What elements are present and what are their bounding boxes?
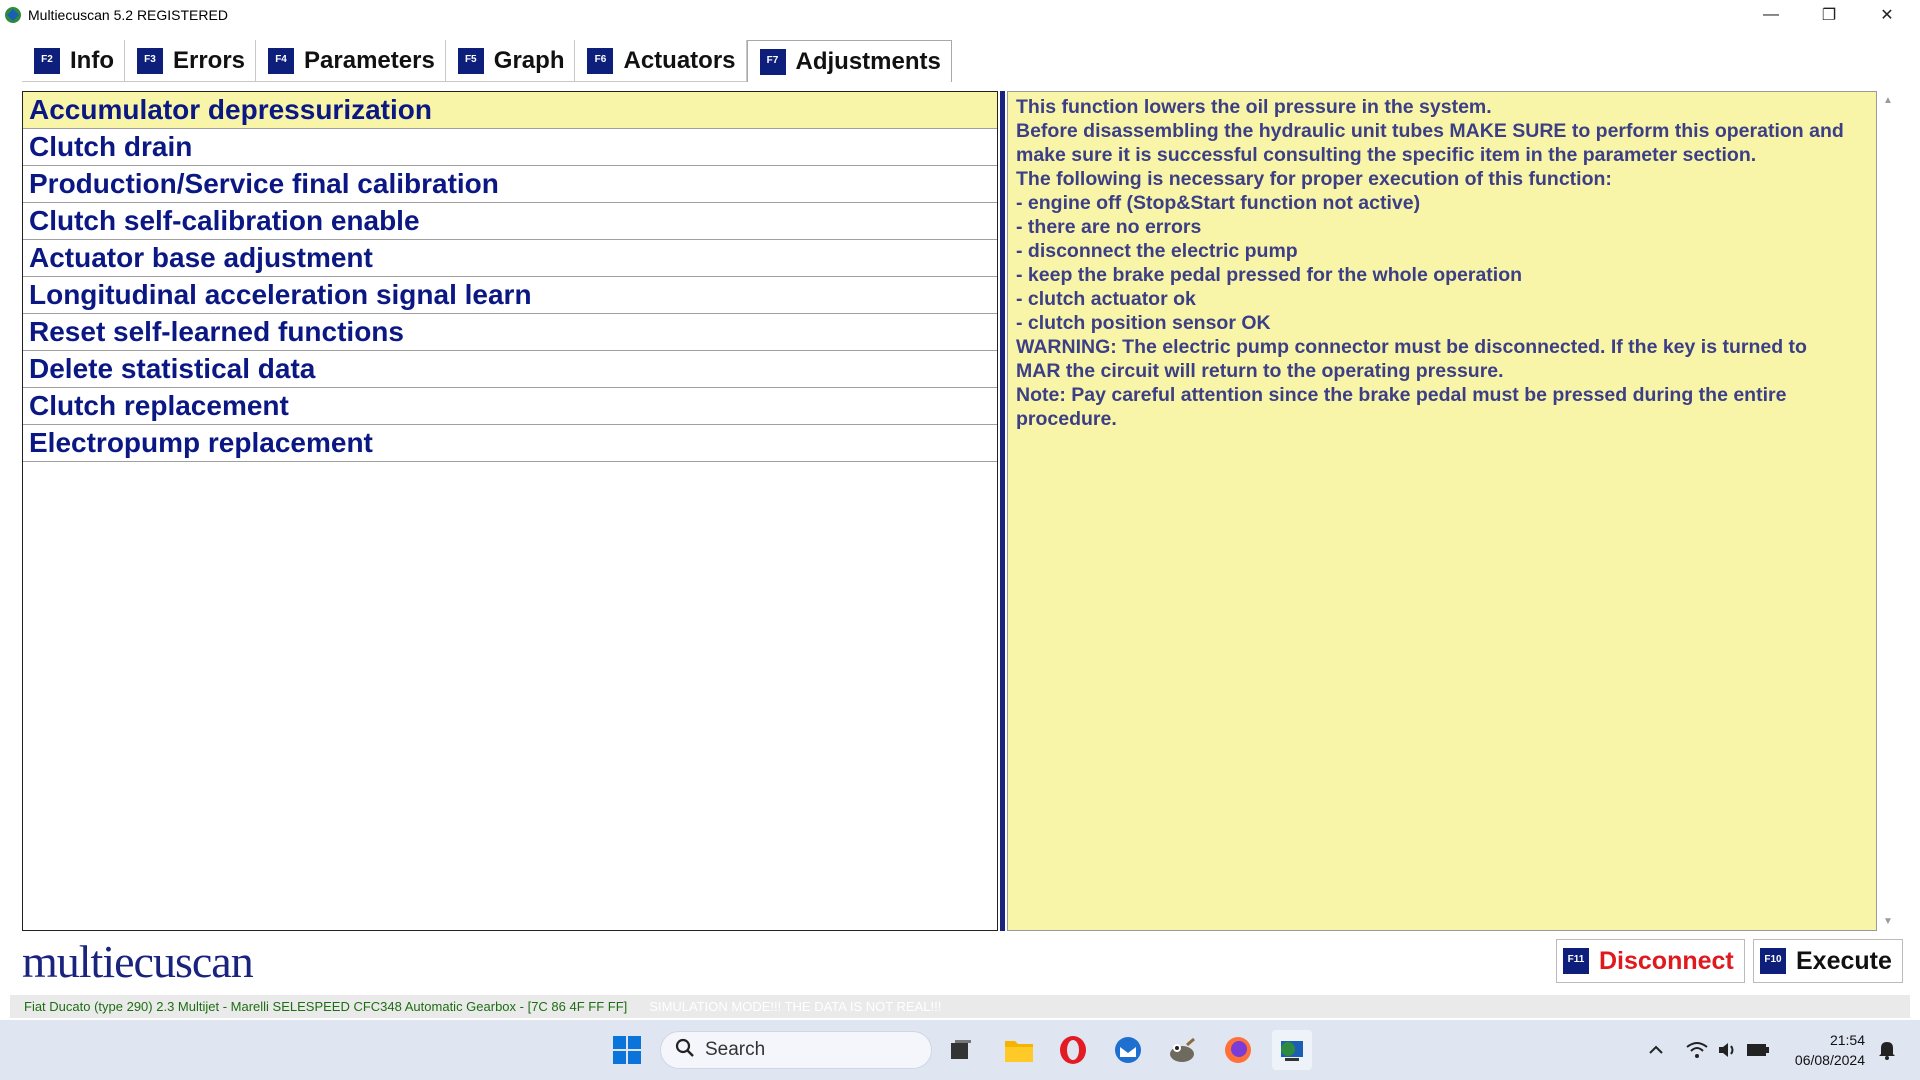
list-item[interactable]: Longitudinal acceleration signal learn — [23, 277, 997, 314]
tab-info[interactable]: F2 Info — [22, 40, 125, 82]
vehicle-info: Fiat Ducato (type 290) 2.3 Multijet - Ma… — [24, 999, 628, 1014]
adjustments-list: Accumulator depressurization Clutch drai… — [22, 91, 998, 931]
tab-adjustments[interactable]: F7 Adjustments — [746, 40, 952, 82]
description-line: make sure it is successful consulting th… — [1016, 144, 1757, 166]
task-view-icon[interactable] — [941, 1030, 981, 1070]
chevron-up-icon[interactable] — [1638, 1030, 1674, 1070]
description-line: Note: Pay careful attention since the br… — [1016, 384, 1787, 406]
window-title: Multiecuscan 5.2 REGISTERED — [28, 6, 228, 23]
description-panel: This function lowers the oil pressure in… — [1007, 91, 1877, 931]
description-line: - disconnect the electric pump — [1016, 240, 1298, 262]
restore-button[interactable]: ❐ — [1800, 0, 1858, 29]
execute-label: Execute — [1796, 946, 1892, 975]
tab-label: Graph — [493, 46, 565, 74]
f6-key-badge: F6 — [587, 47, 614, 74]
opera-icon[interactable] — [1053, 1030, 1093, 1070]
search-icon — [675, 1038, 695, 1063]
notification-icon[interactable] — [1869, 1030, 1905, 1070]
app-logo-icon — [3, 5, 23, 25]
tab-parameters[interactable]: F4 Parameters — [256, 40, 446, 82]
f7-key-badge: F7 — [759, 48, 786, 75]
description-line: The following is necessary for proper ex… — [1016, 168, 1612, 190]
description-line: - engine off (Stop&Start function not ac… — [1016, 192, 1421, 214]
f2-key-badge: F2 — [34, 47, 60, 74]
taskbar-clock[interactable]: 21:54 06/08/2024 — [1775, 1030, 1865, 1070]
gimp-icon[interactable] — [1162, 1030, 1202, 1070]
app-window: F2 Info F3 Errors F4 Parameters F5 Graph… — [10, 40, 1910, 987]
tab-label: Info — [70, 46, 114, 74]
clock-time: 21:54 — [1829, 1032, 1865, 1048]
description-line: - clutch actuator ok — [1016, 288, 1196, 310]
f10-key-badge: F10 — [1760, 948, 1786, 974]
scroll-up-icon[interactable]: ▲ — [1883, 95, 1893, 106]
f4-key-badge: F4 — [268, 47, 295, 74]
list-item[interactable]: Actuator base adjustment — [23, 240, 997, 277]
taskbar: Search 21:54 06/08/2024 — [0, 1020, 1920, 1080]
close-button[interactable]: ✕ — [1858, 0, 1916, 29]
description-line: Before disassembling the hydraulic unit … — [1016, 120, 1844, 142]
tab-label: Parameters — [304, 46, 435, 74]
file-explorer-icon[interactable] — [999, 1030, 1039, 1070]
tab-errors[interactable]: F3 Errors — [124, 40, 257, 82]
list-item[interactable]: Reset self-learned functions — [23, 314, 997, 351]
f5-key-badge: F5 — [457, 47, 484, 74]
description-line: This function lowers the oil pressure in… — [1016, 96, 1492, 118]
multiecuscan-taskbar-icon[interactable] — [1272, 1030, 1312, 1070]
description-line: - keep the brake pedal pressed for the w… — [1016, 264, 1523, 286]
list-item[interactable]: Clutch replacement — [23, 388, 997, 425]
f3-key-badge: F3 — [136, 47, 163, 74]
tab-actuators[interactable]: F6 Actuators — [575, 40, 747, 82]
tab-label: Adjustments — [795, 47, 941, 75]
tab-graph[interactable]: F5 Graph — [445, 40, 576, 82]
panel-splitter[interactable] — [1000, 91, 1005, 931]
list-item[interactable]: Electropump replacement — [23, 425, 997, 462]
search-placeholder: Search — [705, 1039, 766, 1060]
disconnect-label: Disconnect — [1599, 946, 1734, 975]
description-line: WARNING: The electric pump connector mus… — [1016, 336, 1807, 358]
description-line: - there are no errors — [1016, 216, 1202, 238]
execute-button[interactable]: F10 Execute — [1753, 939, 1903, 983]
simulation-mode-text: SIMULATION MODE!!! THE DATA IS NOT REAL!… — [649, 999, 942, 1014]
multiecuscan-logo: multiecuscan — [22, 936, 254, 987]
firefox-icon[interactable] — [1218, 1030, 1258, 1070]
status-bar: Fiat Ducato (type 290) 2.3 Multijet - Ma… — [10, 995, 1910, 1018]
list-item[interactable]: Production/Service final calibration — [23, 166, 997, 203]
minimize-button[interactable]: — — [1742, 0, 1800, 29]
tab-label: Actuators — [623, 46, 736, 74]
windows-start-icon[interactable] — [607, 1030, 647, 1070]
f11-key-badge: F11 — [1563, 948, 1589, 974]
tab-label: Errors — [172, 46, 246, 74]
scroll-down-icon[interactable]: ▼ — [1883, 916, 1893, 927]
disconnect-button[interactable]: F11 Disconnect — [1556, 939, 1745, 983]
description-line: procedure. — [1016, 408, 1117, 430]
tab-bar: F2 Info F3 Errors F4 Parameters F5 Graph… — [22, 40, 952, 82]
battery-icon[interactable] — [1740, 1030, 1776, 1070]
description-line: - clutch position sensor OK — [1016, 312, 1271, 334]
taskbar-search-box[interactable]: Search — [660, 1031, 932, 1069]
thunderbird-icon[interactable] — [1108, 1030, 1148, 1070]
title-bar: Multiecuscan 5.2 REGISTERED — ❐ ✕ — [0, 0, 1920, 29]
list-item[interactable]: Delete statistical data — [23, 351, 997, 388]
clock-date: 06/08/2024 — [1794, 1052, 1865, 1068]
description-line: MAR the circuit will return to the opera… — [1016, 360, 1504, 382]
description-scrollbar[interactable]: ▲ ▼ — [1880, 91, 1898, 931]
list-item[interactable]: Clutch self-calibration enable — [23, 203, 997, 240]
list-item[interactable]: Clutch drain — [23, 129, 997, 166]
list-item[interactable]: Accumulator depressurization — [23, 92, 997, 129]
